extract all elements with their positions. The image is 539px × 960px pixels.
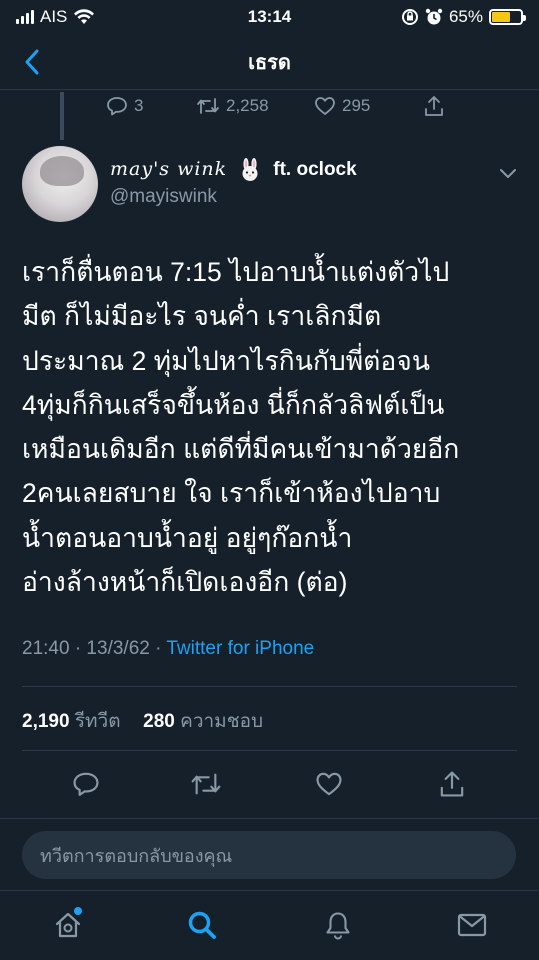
user-handle[interactable]: @mayiswink: [110, 186, 217, 208]
bell-icon: [326, 912, 350, 940]
page-title: เธรด: [248, 51, 291, 74]
share-icon: [440, 771, 464, 797]
previous-retweet-button[interactable]: 2,258: [196, 96, 314, 116]
display-name-text: may's wink: [110, 158, 228, 180]
status-left: AIS: [16, 7, 95, 27]
orientation-lock-icon: [401, 9, 418, 25]
previous-reply-button[interactable]: 3: [106, 96, 196, 116]
chevron-down-icon: [500, 169, 516, 178]
tab-notifications[interactable]: [318, 905, 358, 945]
share-button[interactable]: [436, 768, 468, 800]
battery-percent: 65%: [448, 7, 483, 26]
tweet-client-link[interactable]: Twitter for iPhone: [166, 638, 314, 659]
carrier-label: AIS: [40, 7, 68, 26]
tweet-menu-button[interactable]: [497, 162, 519, 184]
previous-reply-count: 3: [134, 96, 144, 115]
tab-bar: [0, 890, 539, 960]
tweet-action-bar: [0, 764, 539, 804]
wifi-icon: [74, 9, 95, 24]
retweet-button[interactable]: [190, 768, 222, 800]
signal-icon: [16, 10, 34, 24]
share-icon: [425, 96, 443, 116]
previous-like-count: 295: [342, 96, 371, 115]
alarm-icon: [425, 8, 443, 25]
tweet-time: 21:40 · 13/3/62 ·: [22, 638, 167, 659]
previous-like-button[interactable]: 295: [314, 96, 424, 116]
reply-button[interactable]: [70, 768, 102, 800]
status-right: 65%: [401, 7, 526, 27]
battery-icon: [489, 9, 526, 25]
navigation-bar: เธรด: [0, 34, 539, 90]
previous-retweet-count: 2,258: [226, 96, 269, 115]
tab-search[interactable]: [182, 905, 222, 945]
search-icon: [188, 911, 216, 939]
envelope-icon: [457, 913, 487, 937]
chevron-left-icon: [25, 49, 39, 75]
divider: [22, 750, 517, 751]
back-button[interactable]: [14, 44, 50, 80]
retweet-label[interactable]: รีทวีต: [75, 711, 121, 732]
heart-icon: [316, 772, 342, 796]
like-button[interactable]: [313, 768, 345, 800]
tab-home[interactable]: [48, 905, 88, 945]
tweet-stats: 2,190 รีทวีต 280 ความชอบ: [22, 706, 263, 736]
reply-icon: [107, 97, 127, 116]
reply-placeholder: ทวีตการตอบกลับของคุณ: [40, 845, 233, 866]
divider: [22, 686, 517, 687]
rabbit-icon: [242, 158, 258, 181]
heart-icon: [315, 97, 335, 115]
retweet-icon: [191, 773, 221, 795]
avatar[interactable]: [22, 146, 98, 222]
thread-connector-line: [60, 92, 64, 140]
retweet-icon: [197, 98, 219, 114]
like-label[interactable]: ความชอบ: [180, 711, 263, 732]
reply-composer: ทวีตการตอบกลับของคุณ: [0, 818, 539, 890]
display-name[interactable]: may's wink ft. oclock: [110, 158, 357, 182]
display-name-suffix: ft. oclock: [273, 159, 357, 180]
previous-tweet-actions: 3 2,258 295: [106, 92, 444, 120]
reply-input[interactable]: ทวีตการตอบกลับของคุณ: [22, 831, 516, 879]
tweet-timestamp: 21:40 · 13/3/62 · Twitter for iPhone: [22, 638, 314, 660]
notification-dot: [74, 907, 82, 915]
battery-level: [492, 12, 511, 22]
tab-messages[interactable]: [452, 905, 492, 945]
like-count[interactable]: 280: [143, 711, 175, 732]
tweet-header: may's wink ft. oclock @mayiswink: [22, 146, 519, 226]
previous-share-button[interactable]: [424, 95, 444, 117]
reply-icon: [73, 772, 99, 796]
status-bar: AIS 13:14 65%: [0, 0, 539, 34]
tweet-text: เราก็ตื่นตอน 7:15 ไปอาบน้ำแต่งตัวไป มีต …: [22, 257, 460, 598]
retweet-count[interactable]: 2,190: [22, 711, 70, 732]
